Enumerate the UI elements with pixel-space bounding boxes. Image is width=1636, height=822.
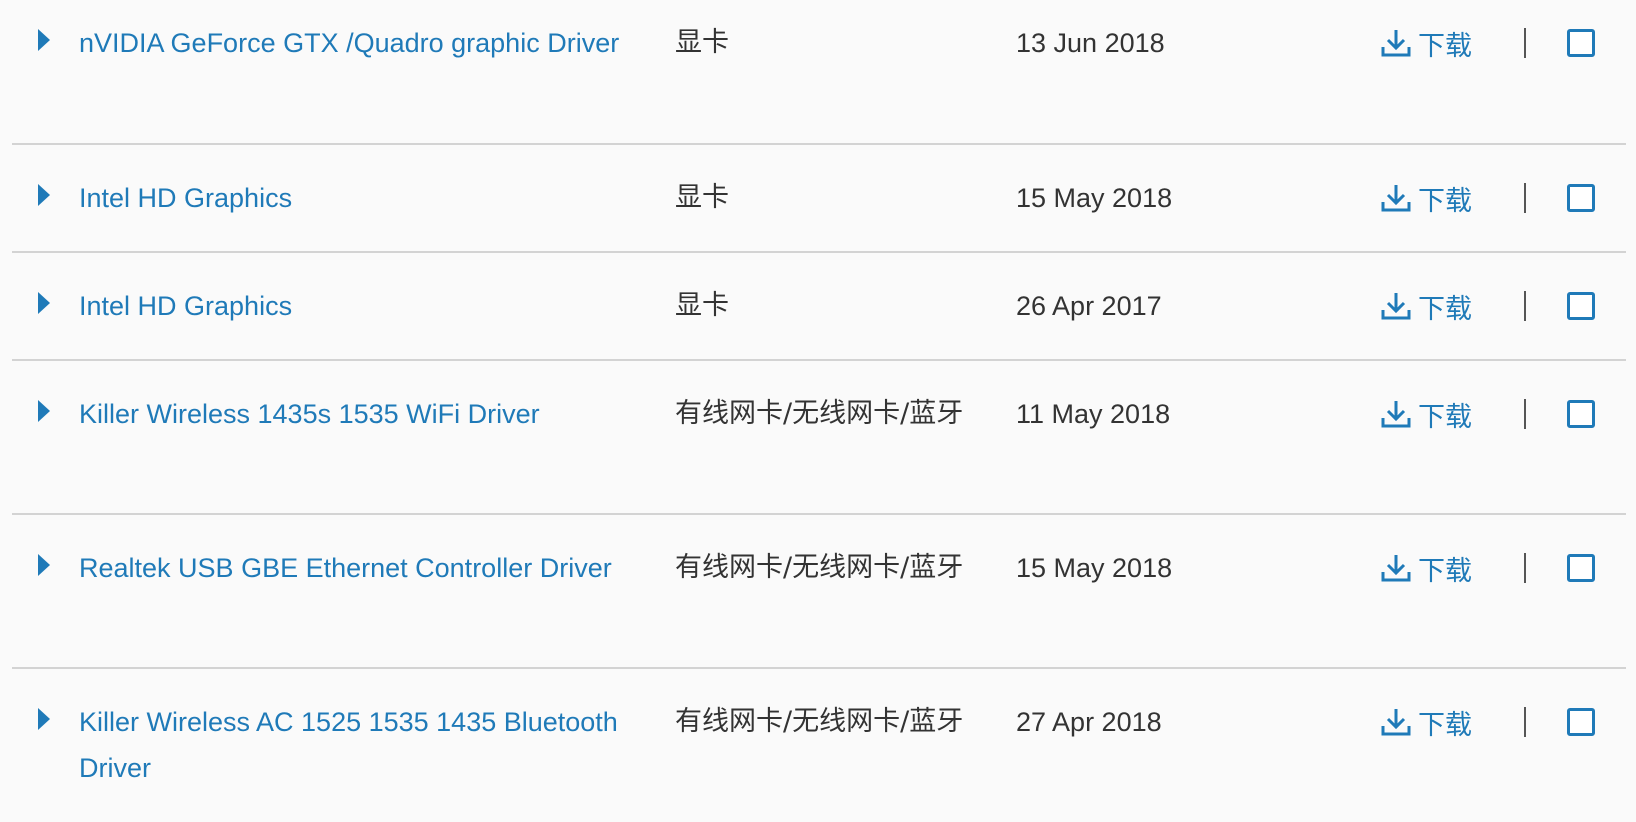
driver-release-date: 27 Apr 2018 [1016, 707, 1162, 737]
download-button[interactable]: 下载 [1380, 391, 1472, 437]
action-divider [1524, 183, 1526, 213]
download-icon [1380, 182, 1418, 214]
download-icon [1380, 27, 1418, 59]
download-label: 下载 [1418, 293, 1472, 325]
download-button[interactable]: 下载 [1380, 175, 1472, 221]
driver-category: 显卡 [675, 182, 729, 213]
download-label: 下载 [1418, 30, 1472, 62]
row-divider [12, 359, 1626, 361]
download-icon [1380, 398, 1418, 430]
action-divider [1524, 707, 1526, 737]
driver-category: 显卡 [675, 27, 729, 58]
download-button[interactable]: 下载 [1380, 699, 1472, 745]
expand-caret-icon[interactable] [37, 291, 57, 319]
driver-release-date: 15 May 2018 [1016, 553, 1173, 583]
driver-category: 显卡 [675, 290, 729, 321]
action-divider [1524, 28, 1526, 58]
download-icon [1380, 290, 1418, 322]
driver-release-date: 13 Jun 2018 [1016, 28, 1165, 58]
action-divider [1524, 553, 1526, 583]
driver-name-link[interactable]: nVIDIA GeForce GTX /Quadro graphic Drive… [79, 20, 624, 66]
expand-caret-icon[interactable] [37, 183, 57, 211]
download-label: 下载 [1418, 709, 1472, 741]
driver-category: 有线网卡/无线网卡/蓝牙 [675, 398, 964, 429]
expand-caret-icon[interactable] [37, 28, 57, 56]
driver-release-date: 11 May 2018 [1016, 399, 1171, 429]
select-checkbox[interactable] [1567, 292, 1595, 320]
download-button[interactable]: 下载 [1380, 545, 1472, 591]
download-label: 下载 [1418, 401, 1472, 433]
driver-name-link[interactable]: Killer Wireless AC 1525 1535 1435 Blueto… [79, 699, 624, 791]
select-checkbox[interactable] [1567, 554, 1595, 582]
select-checkbox[interactable] [1567, 29, 1595, 57]
driver-name-link[interactable]: Realtek USB GBE Ethernet Controller Driv… [79, 545, 624, 591]
row-divider [12, 667, 1626, 669]
download-button[interactable]: 下载 [1380, 20, 1472, 66]
expand-caret-icon[interactable] [37, 553, 57, 581]
download-label: 下载 [1418, 555, 1472, 587]
action-divider [1524, 291, 1526, 321]
download-label: 下载 [1418, 185, 1472, 217]
action-divider [1524, 399, 1526, 429]
select-checkbox[interactable] [1567, 708, 1595, 736]
row-divider [12, 251, 1626, 253]
download-icon [1380, 552, 1418, 584]
select-checkbox[interactable] [1567, 400, 1595, 428]
expand-caret-icon[interactable] [37, 399, 57, 427]
driver-name-link[interactable]: Killer Wireless 1435s 1535 WiFi Driver [79, 391, 624, 437]
expand-caret-icon[interactable] [37, 707, 57, 735]
driver-category: 有线网卡/无线网卡/蓝牙 [675, 552, 964, 583]
driver-name-link[interactable]: Intel HD Graphics [79, 283, 624, 329]
driver-name-link[interactable]: Intel HD Graphics [79, 175, 624, 221]
download-button[interactable]: 下载 [1380, 283, 1472, 329]
select-checkbox[interactable] [1567, 184, 1595, 212]
row-divider [12, 513, 1626, 515]
driver-category: 有线网卡/无线网卡/蓝牙 [675, 706, 964, 737]
driver-release-date: 26 Apr 2017 [1016, 291, 1162, 321]
driver-list: nVIDIA GeForce GTX /Quadro graphic Drive… [0, 0, 1636, 822]
driver-release-date: 15 May 2018 [1016, 183, 1173, 213]
row-divider [12, 143, 1626, 145]
download-icon [1380, 706, 1418, 738]
